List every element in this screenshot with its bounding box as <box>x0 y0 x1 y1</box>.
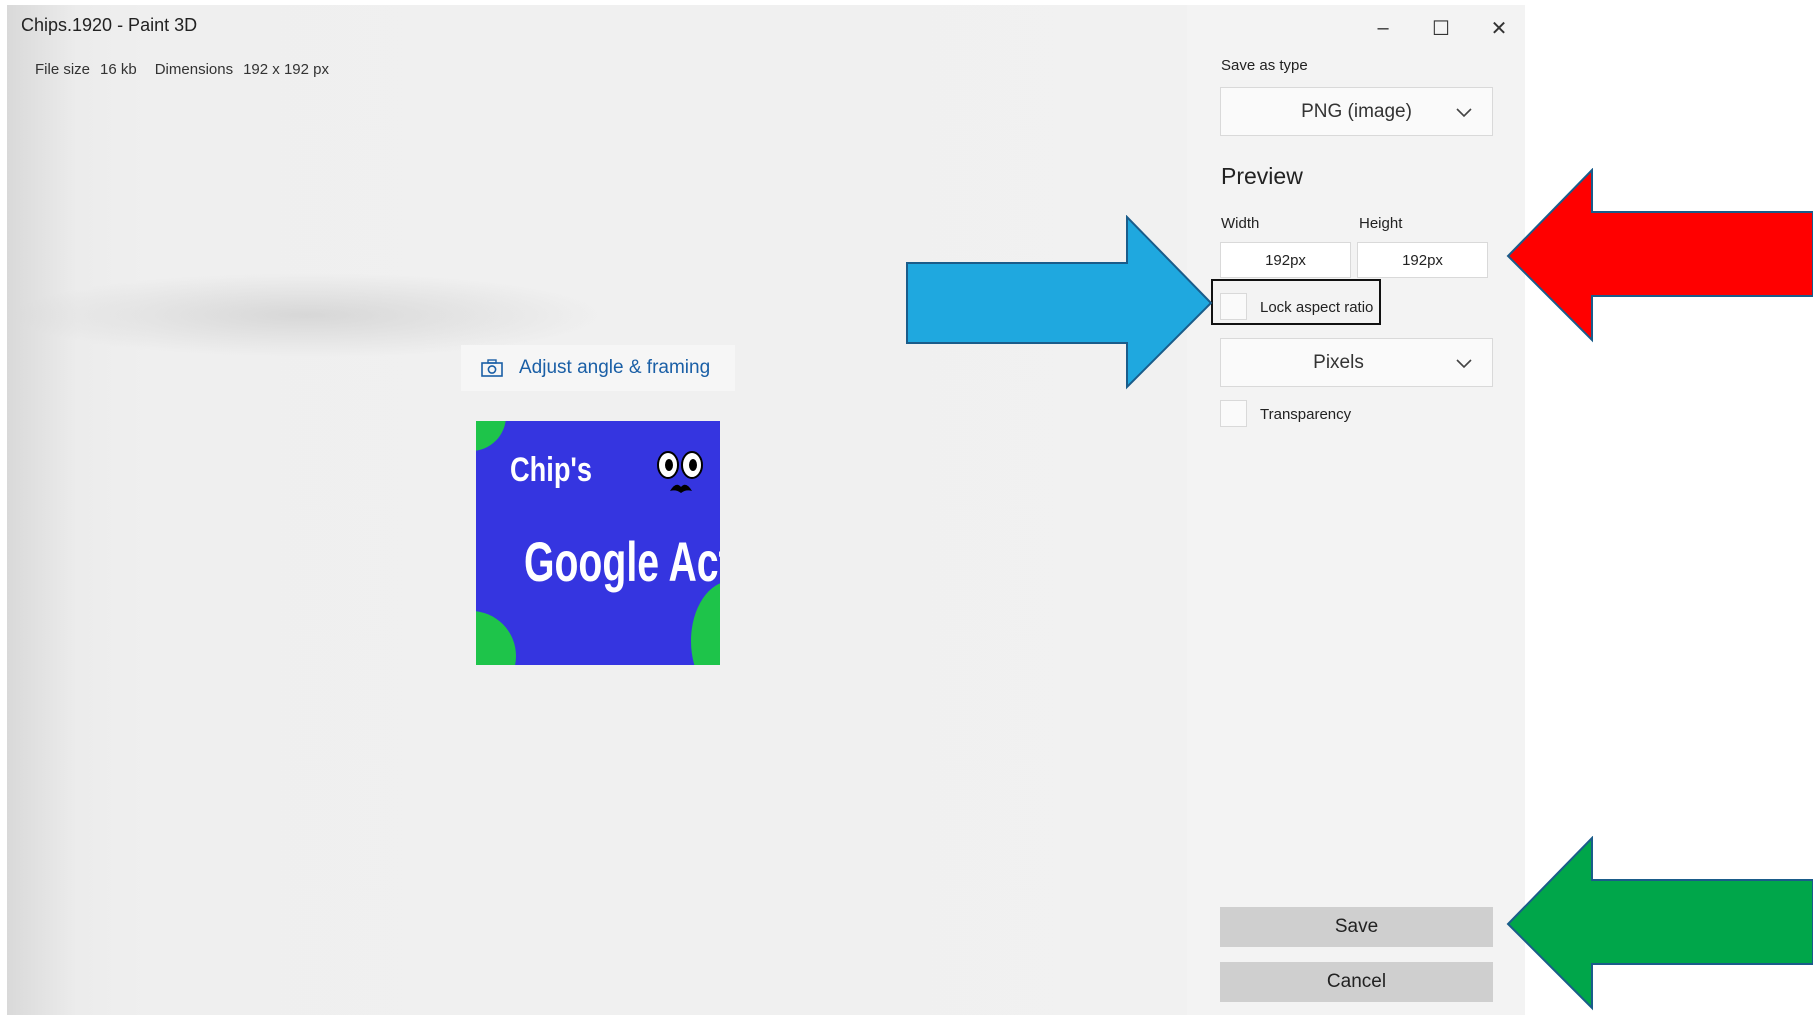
blue-arrow <box>906 215 1213 390</box>
file-info: File size 16 kb Dimensions 192 x 192 px <box>35 61 339 78</box>
save-as-type-value: PNG (image) <box>1301 100 1412 122</box>
adjust-angle-button[interactable]: Adjust angle & framing <box>461 345 735 391</box>
image-preview: Chip's Google Action <box>476 421 720 665</box>
thumbnail-main-text: Google Action <box>524 530 720 593</box>
units-value: Pixels <box>1313 351 1364 373</box>
window-title: Chips.1920 - Paint 3D <box>21 15 198 35</box>
paint3d-window: Chips.1920 - Paint 3D File size 16 kb Dime… <box>7 5 1525 1015</box>
minimize-button[interactable]: – <box>1355 11 1411 45</box>
adjust-angle-label: Adjust angle & framing <box>519 357 711 378</box>
transparency-checkbox[interactable] <box>1220 400 1247 427</box>
close-button[interactable]: ✕ <box>1471 11 1525 45</box>
dimensions-label: Dimensions <box>154 61 234 78</box>
save-button[interactable]: Save <box>1220 907 1493 947</box>
width-label: Width <box>1221 215 1260 232</box>
cancel-button[interactable]: Cancel <box>1220 962 1493 1002</box>
width-input[interactable]: 192px <box>1220 242 1351 278</box>
thumbnail-title: Chip's <box>510 451 593 489</box>
eyes-mustache-graphic <box>657 451 703 493</box>
maximize-icon: ☐ <box>1432 17 1450 40</box>
maximize-button[interactable]: ☐ <box>1413 11 1469 45</box>
close-icon: ✕ <box>1490 17 1508 40</box>
lock-aspect-highlight <box>1211 279 1381 325</box>
canvas-area: Chips.1920 - Paint 3D File size 16 kb Dime… <box>7 5 1187 1015</box>
dimensions-value: 192 x 192 px <box>243 61 329 78</box>
save-as-type-label: Save as type <box>1221 57 1308 74</box>
save-panel: – ☐ ✕ Save as type PNG (image) Preview W… <box>1187 5 1525 1015</box>
file-size-label: File size <box>35 61 91 78</box>
chevron-down-icon <box>1456 107 1472 117</box>
minimize-icon: – <box>1377 16 1389 39</box>
red-arrow <box>1506 168 1813 343</box>
save-as-type-select[interactable]: PNG (image) <box>1220 87 1493 136</box>
transparency-label: Transparency <box>1260 406 1352 423</box>
green-arrow <box>1506 836 1813 1011</box>
camera-icon <box>481 359 503 377</box>
units-select[interactable]: Pixels <box>1220 338 1493 387</box>
height-input[interactable]: 192px <box>1357 242 1488 278</box>
height-label: Height <box>1359 215 1403 232</box>
file-size-value: 16 kb <box>100 61 137 78</box>
chevron-down-icon <box>1456 358 1472 368</box>
preview-heading: Preview <box>1221 163 1303 189</box>
